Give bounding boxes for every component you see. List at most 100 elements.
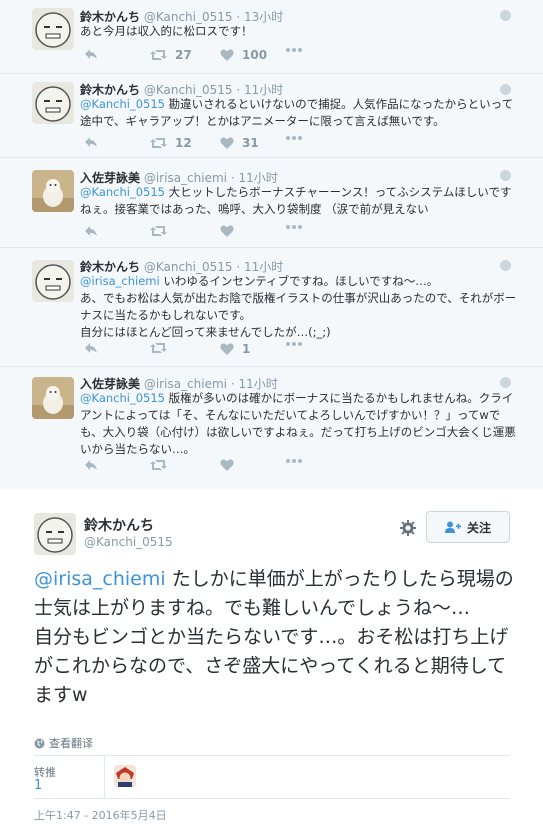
- tweet-time[interactable]: 11小时: [244, 83, 283, 97]
- tweet[interactable]: 入佐芽詠美 @irisa_chiemi · 11小时 @Kanchi_0515 …: [0, 158, 543, 248]
- like-button[interactable]: 100: [220, 48, 267, 62]
- tweet-timestamp[interactable]: 上午1:47 - 2016年5月4日: [34, 807, 167, 823]
- more-button[interactable]: [286, 459, 302, 463]
- globe-icon: [500, 84, 511, 95]
- retweet-button[interactable]: 27: [150, 48, 192, 62]
- translate-link[interactable]: 查看翻译: [34, 735, 93, 751]
- reply-icon: [85, 226, 97, 236]
- avatar[interactable]: [32, 8, 74, 50]
- reply-icon: [85, 137, 97, 147]
- author-handle[interactable]: @Kanchi_0515: [84, 535, 173, 549]
- retweet-count: 27: [175, 48, 192, 62]
- like-count: 100: [242, 48, 268, 62]
- retweet-stat-count[interactable]: 1: [34, 778, 42, 793]
- tweet-actions: 1: [80, 342, 380, 358]
- translate-label: 查看翻译: [49, 737, 93, 750]
- tweet-author-name[interactable]: 鈴木かんち: [80, 260, 140, 274]
- tweet-time[interactable]: 13小时: [244, 10, 283, 24]
- follow-label: 关注: [466, 520, 491, 535]
- tweet-actions: 27 100: [80, 48, 380, 64]
- more-button[interactable]: [286, 48, 302, 52]
- tweet[interactable]: 入佐芽詠美 @irisa_chiemi · 11小时 @Kanchi_0515 …: [0, 367, 543, 489]
- retweet-icon: [150, 138, 167, 148]
- globe-icon: [500, 170, 511, 181]
- retweet-icon: [150, 226, 167, 236]
- avatar[interactable]: [32, 260, 74, 302]
- reply-button[interactable]: [84, 342, 98, 354]
- permalink-tweet: 鈴木かんち @Kanchi_0515 关注 @irisa_chiemi たしかに…: [0, 489, 543, 832]
- globe-icon: [500, 377, 511, 388]
- tweet-text: @irisa_chiemi いわゆるインセンティブですね。ほしいですね～…。 あ…: [80, 273, 520, 341]
- like-button[interactable]: [220, 459, 242, 471]
- tweet-text: @Kanchi_0515 大ヒットしたらボーナスチャーーンス！ってふシステムほし…: [80, 184, 520, 218]
- tweet-text: @Kanchi_0515 勘違いされるといけないので捕捉。人気作品になったからと…: [80, 96, 520, 130]
- like-button[interactable]: [220, 225, 242, 237]
- more-button[interactable]: [286, 136, 302, 140]
- like-icon: [220, 343, 234, 355]
- more-button[interactable]: [286, 225, 302, 229]
- reply-button[interactable]: [84, 459, 98, 471]
- like-button[interactable]: 31: [220, 136, 259, 150]
- tweet-time[interactable]: 11小时: [244, 260, 283, 274]
- tweet-actions: [80, 459, 380, 475]
- tweet-text: あと今月は収入的に松ロスです！: [80, 23, 520, 40]
- tweet-author-handle[interactable]: @irisa_chiemi: [144, 171, 227, 185]
- retweet-button[interactable]: 12: [150, 136, 192, 150]
- retweet-count: 12: [175, 136, 192, 150]
- conversation-timeline: 鈴木かんち @Kanchi_0515 · 13小时 あと今月は収入的に松ロスです…: [0, 0, 543, 489]
- like-count: 31: [242, 136, 259, 150]
- tweet-author-name[interactable]: 入佐芽詠美: [80, 377, 140, 391]
- tweet-text: @irisa_chiemi たしかに単価が上がったりしたら現場の士気は上がります…: [34, 565, 514, 710]
- retweet-button[interactable]: [150, 459, 175, 471]
- tweet[interactable]: 鈴木かんち @Kanchi_0515 · 11小时 @Kanchi_0515 勘…: [0, 74, 543, 158]
- more-icon: [286, 225, 302, 229]
- like-button[interactable]: 1: [220, 342, 250, 356]
- gear-icon[interactable]: [399, 519, 417, 537]
- tweet-author-name[interactable]: 入佐芽詠美: [80, 171, 140, 185]
- avatar[interactable]: [34, 513, 76, 555]
- like-count: 1: [242, 342, 251, 356]
- tweet-author-name[interactable]: 鈴木かんち: [80, 10, 140, 24]
- tweet[interactable]: 鈴木かんち @Kanchi_0515 · 13小时 あと今月は収入的に松ロスです…: [0, 0, 543, 74]
- follow-button[interactable]: 关注: [426, 511, 510, 543]
- tweet-mention[interactable]: @irisa_chiemi: [34, 568, 166, 590]
- retweet-button[interactable]: [150, 342, 175, 354]
- avatar[interactable]: [32, 377, 74, 419]
- retweeter-avatar[interactable]: [114, 765, 136, 787]
- tweet-time[interactable]: 11小时: [238, 377, 277, 391]
- reply-button[interactable]: [84, 225, 98, 237]
- more-button[interactable]: [286, 342, 302, 346]
- reply-button[interactable]: [84, 48, 98, 60]
- tweet-author-name[interactable]: 鈴木かんち: [80, 83, 140, 97]
- avatar[interactable]: [32, 170, 74, 212]
- more-icon: [286, 342, 302, 346]
- globe-icon: [500, 260, 511, 271]
- tweet-time[interactable]: 11小时: [238, 171, 277, 185]
- retweet-button[interactable]: [150, 225, 175, 237]
- tweet-mention[interactable]: @Kanchi_0515: [80, 391, 165, 405]
- tweet-actions: [80, 225, 380, 241]
- tweet-author-handle[interactable]: @irisa_chiemi: [144, 377, 227, 391]
- globe-icon: [34, 738, 45, 748]
- reply-icon: [85, 49, 97, 59]
- more-icon: [286, 459, 302, 463]
- tweet-author-handle[interactable]: @Kanchi_0515: [144, 10, 233, 24]
- author-name[interactable]: 鈴木かんち: [84, 515, 154, 535]
- tweet-actions: 12 31: [80, 136, 380, 152]
- tweet[interactable]: 鈴木かんち @Kanchi_0515 · 11小时 @irisa_chiemi …: [0, 248, 543, 367]
- reply-button[interactable]: [84, 136, 98, 148]
- tweet-text-body: あと今月は収入的に松ロスです！: [80, 24, 253, 38]
- tweet-author-handle[interactable]: @Kanchi_0515: [144, 83, 233, 97]
- more-icon: [286, 136, 302, 140]
- tweet-stats: 转推 1: [34, 755, 510, 799]
- follow-user-icon: [444, 521, 461, 533]
- tweet-mention[interactable]: @Kanchi_0515: [80, 97, 165, 111]
- tweet-text: @Kanchi_0515 版権が多いのは確かにボーナスに当たるかもしれませんね。…: [80, 390, 520, 458]
- tweet-mention[interactable]: @irisa_chiemi: [80, 274, 160, 288]
- like-icon: [220, 49, 234, 61]
- more-icon: [286, 48, 302, 52]
- like-icon: [220, 459, 234, 471]
- tweet-author-handle[interactable]: @Kanchi_0515: [144, 260, 233, 274]
- tweet-mention[interactable]: @Kanchi_0515: [80, 185, 165, 199]
- avatar[interactable]: [32, 82, 74, 124]
